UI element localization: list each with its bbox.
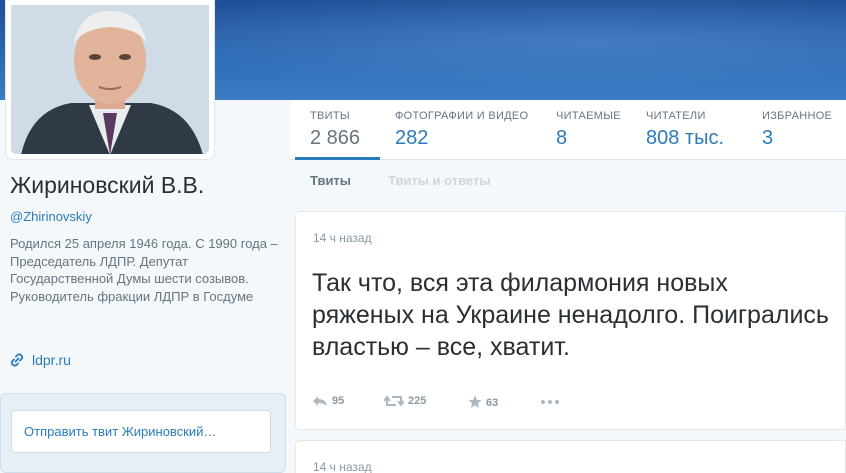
reply-count: 95: [332, 395, 345, 407]
favorite-button[interactable]: 63: [468, 395, 498, 409]
stat-photos-videos[interactable]: ФОТОГРАФИИ И ВИДЕО 282: [395, 100, 545, 160]
stat-label: ФОТОГРАФИИ И ВИДЕО: [395, 110, 529, 122]
tweet-card[interactable]: 14 ч назад Так что, вся эта филармония н…: [295, 211, 846, 430]
stat-value: 2 866: [310, 127, 361, 149]
star-icon: [468, 395, 482, 408]
profile-name[interactable]: Жириновский В.В.: [10, 172, 204, 199]
stat-following[interactable]: ЧИТАЕМЫЕ 8: [556, 100, 636, 160]
more-dots-icon: [541, 400, 559, 404]
stat-favorites[interactable]: ИЗБРАННОЕ 3: [762, 100, 846, 160]
retweet-icon: [383, 395, 405, 407]
retweet-button[interactable]: 225: [383, 395, 427, 407]
profile-bio: Родился 25 апреля 1946 года. С 1990 года…: [10, 236, 278, 304]
retweet-count: 225: [408, 395, 427, 407]
send-tweet-input[interactable]: Отправить твит Жириновский…: [11, 410, 271, 453]
profile-website-row: ldpr.ru: [10, 352, 71, 370]
link-icon: [10, 353, 26, 370]
reply-button[interactable]: 95: [312, 395, 344, 407]
more-button[interactable]: [540, 393, 564, 405]
profile-stats-bar: ТВИТЫ 2 866 ФОТОГРАФИИ И ВИДЕО 282 ЧИТАЕ…: [290, 100, 846, 160]
stat-label: ЧИТАЕМЫЕ: [556, 110, 621, 122]
avatar-image: [11, 5, 209, 154]
reply-icon: [313, 396, 327, 406]
stat-tweets[interactable]: ТВИТЫ 2 866: [295, 100, 380, 160]
stat-value: 282: [395, 127, 429, 149]
avatar[interactable]: [5, 0, 215, 160]
tweet-card[interactable]: 14 ч назад: [295, 440, 846, 473]
favorite-count: 63: [486, 397, 499, 409]
stat-value: 808 тыс.: [646, 127, 725, 149]
send-tweet-box: Отправить твит Жириновский…: [0, 393, 286, 473]
tab-tweets-and-replies[interactable]: Твиты и ответы: [388, 173, 490, 188]
profile-handle[interactable]: @Zhirinovskiy: [10, 209, 92, 224]
stat-value: 3: [762, 127, 774, 149]
stat-value: 8: [556, 127, 568, 149]
profile-website-link[interactable]: ldpr.ru: [32, 352, 71, 368]
tweet-timestamp[interactable]: 14 ч назад: [313, 460, 372, 473]
timeline-tabs: Твиты Твиты и ответы: [295, 165, 846, 199]
tweet-timestamp[interactable]: 14 ч назад: [313, 231, 372, 245]
tab-tweets[interactable]: Твиты: [310, 173, 351, 188]
stat-label: ИЗБРАННОЕ: [762, 110, 833, 122]
tweet-text: Так что, вся эта филармония новых ряжены…: [312, 269, 829, 361]
stat-label: ТВИТЫ: [310, 110, 350, 122]
stat-label: ЧИТАТЕЛИ: [646, 110, 706, 122]
stat-followers[interactable]: ЧИТАТЕЛИ 808 тыс.: [646, 100, 746, 160]
